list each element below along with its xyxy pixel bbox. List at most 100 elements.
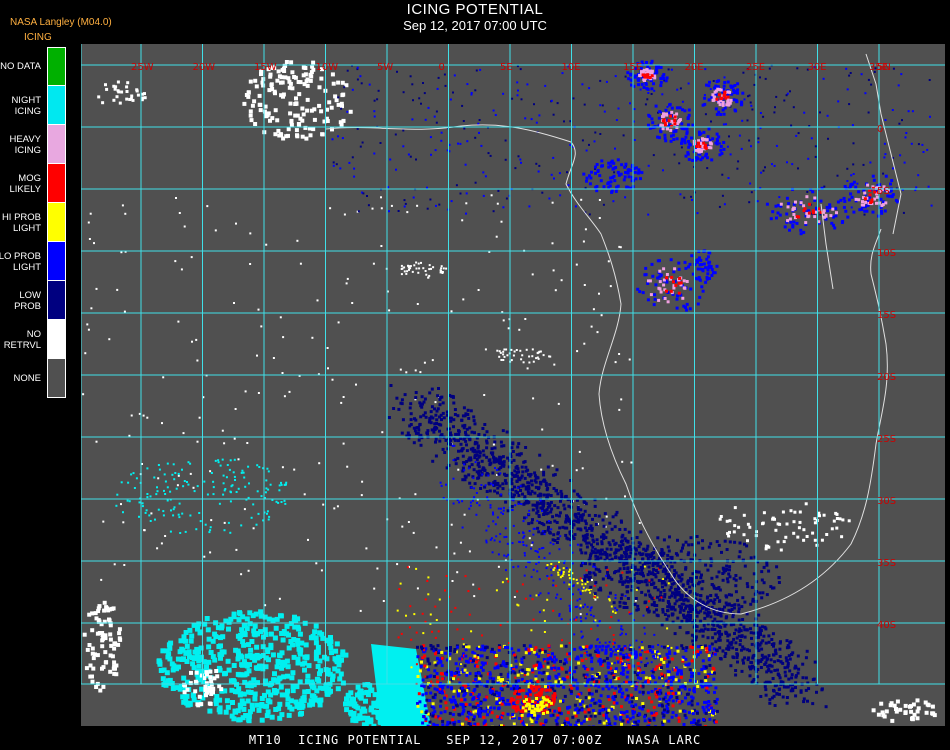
low-prob-pixel bbox=[704, 113, 707, 116]
cloud-pixel bbox=[300, 106, 305, 111]
cloud-pixel bbox=[105, 87, 109, 91]
icing-pixel bbox=[625, 715, 629, 719]
night-icing-pixel bbox=[179, 532, 182, 534]
low-prob-pixel bbox=[691, 583, 695, 587]
lo-prob-light-pixel bbox=[722, 84, 726, 88]
cloud-pixel bbox=[209, 682, 214, 687]
cloud-pixel bbox=[428, 274, 431, 277]
low-prob-pixel bbox=[765, 680, 768, 684]
low-prob-pixel bbox=[439, 433, 443, 437]
night-icing-pixel bbox=[197, 630, 203, 636]
lo-prob-light-pixel bbox=[637, 170, 641, 174]
cloud-pixel bbox=[614, 361, 617, 364]
icing-pixel bbox=[460, 689, 464, 693]
low-prob-pixel bbox=[626, 546, 630, 549]
cloud-pixel bbox=[305, 83, 310, 88]
cloud-pixel bbox=[406, 270, 409, 273]
lo-prob-light-pixel bbox=[649, 61, 653, 65]
cloud-pixel bbox=[197, 694, 202, 699]
low-prob-pixel bbox=[759, 695, 763, 698]
lo-prob-light-pixel bbox=[503, 554, 506, 557]
low-prob-pixel bbox=[461, 466, 465, 470]
lo-prob-light-pixel bbox=[643, 626, 646, 629]
icing-pixel bbox=[436, 644, 440, 648]
low-prob-pixel bbox=[603, 512, 607, 516]
heavy-icing-pixel bbox=[701, 137, 704, 141]
mog-likely-pixel bbox=[795, 215, 799, 219]
icing-pixel bbox=[438, 717, 442, 721]
low-prob-pixel bbox=[459, 192, 462, 195]
night-icing-pixel bbox=[266, 510, 269, 513]
low-prob-pixel bbox=[499, 440, 503, 444]
lo-prob-light-pixel bbox=[736, 82, 740, 86]
low-prob-pixel bbox=[852, 142, 855, 145]
low-prob-pixel bbox=[337, 96, 340, 99]
cloud-pixel bbox=[746, 522, 750, 526]
lo-prob-light-pixel bbox=[596, 624, 599, 627]
low-prob-pixel bbox=[700, 587, 704, 591]
low-prob-pixel bbox=[530, 118, 533, 121]
lo-prob-light-pixel bbox=[675, 306, 679, 310]
cloud-pixel bbox=[432, 266, 435, 269]
low-prob-pixel bbox=[850, 206, 853, 209]
legend-item-label: NO DATA bbox=[0, 61, 41, 72]
cloud-pixel bbox=[117, 631, 122, 636]
heavy-icing-pixel bbox=[665, 112, 668, 116]
lo-prob-light-pixel bbox=[584, 617, 587, 620]
cloud-pixel bbox=[762, 511, 766, 515]
icing-pixel bbox=[696, 685, 700, 688]
cloud-pixel bbox=[102, 520, 105, 523]
low-prob-pixel bbox=[404, 202, 407, 205]
cloud-pixel bbox=[126, 81, 130, 85]
cloud-pixel bbox=[208, 669, 213, 674]
low-prob-pixel bbox=[468, 426, 472, 430]
cloud-pixel bbox=[414, 493, 417, 496]
low-prob-pixel bbox=[535, 501, 539, 505]
lo-prob-light-pixel bbox=[650, 262, 654, 266]
low-prob-pixel bbox=[612, 200, 615, 203]
low-prob-pixel bbox=[759, 666, 763, 669]
mog-likely-pixel bbox=[863, 197, 867, 201]
lo-prob-light-pixel bbox=[471, 499, 474, 502]
cloud-pixel bbox=[185, 687, 190, 692]
low-prob-pixel bbox=[537, 530, 541, 534]
night-icing-pixel bbox=[330, 673, 336, 679]
lo-prob-light-pixel bbox=[674, 129, 678, 133]
heavy-icing-pixel bbox=[669, 128, 673, 132]
low-prob-pixel bbox=[738, 643, 742, 647]
low-prob-pixel bbox=[459, 142, 462, 145]
low-prob-pixel bbox=[422, 400, 426, 404]
lo-prob-light-pixel bbox=[710, 274, 714, 277]
lo-prob-light-pixel bbox=[719, 144, 723, 148]
night-icing-pixel bbox=[305, 673, 311, 679]
night-icing-pixel bbox=[283, 499, 286, 502]
cloud-pixel bbox=[114, 85, 118, 89]
low-prob-pixel bbox=[538, 164, 541, 167]
night-icing-pixel bbox=[240, 471, 243, 474]
lo-prob-light-pixel bbox=[572, 585, 575, 587]
lo-prob-light-pixel bbox=[584, 603, 586, 606]
icing-pixel bbox=[646, 709, 650, 713]
icing-pixel bbox=[620, 705, 623, 709]
low-prob-pixel bbox=[496, 491, 499, 495]
cloud-pixel bbox=[273, 132, 278, 137]
low-prob-pixel bbox=[426, 207, 429, 210]
low-prob-pixel bbox=[432, 430, 436, 434]
low-prob-pixel bbox=[511, 441, 515, 445]
low-prob-pixel bbox=[680, 573, 684, 577]
lo-prob-light-pixel bbox=[576, 543, 579, 546]
cloud-pixel bbox=[465, 202, 468, 205]
low-prob-pixel bbox=[771, 677, 775, 680]
lo-prob-light-pixel bbox=[662, 73, 666, 77]
cloud-pixel bbox=[309, 74, 314, 79]
night-icing-pixel bbox=[322, 654, 327, 660]
lo-prob-light-pixel bbox=[670, 106, 674, 110]
cloud-pixel bbox=[249, 263, 252, 265]
mog-likely-pixel bbox=[665, 289, 668, 293]
lo-prob-light-pixel bbox=[480, 484, 483, 487]
lo-prob-light-pixel bbox=[828, 206, 832, 209]
cloud-pixel bbox=[445, 267, 448, 270]
cloud-pixel bbox=[903, 703, 908, 708]
low-prob-pixel bbox=[481, 468, 485, 472]
heavy-icing-pixel bbox=[650, 69, 654, 73]
